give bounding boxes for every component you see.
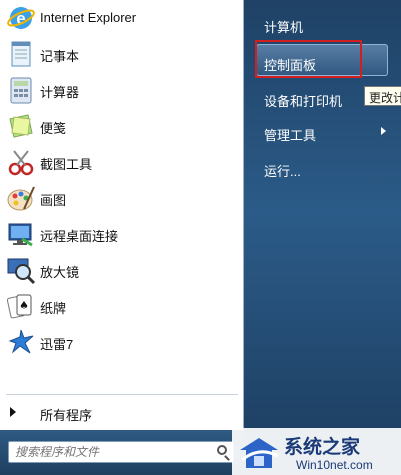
all-programs-item[interactable]: 所有程序 [0,400,243,424]
program-remote-desktop[interactable]: 远程桌面连接 [0,216,243,252]
program-sticky-notes[interactable]: 便笺 [0,108,243,144]
tooltip: 更改计 [364,86,401,106]
magnifier-icon [6,255,36,285]
program-label: Internet Explorer [40,10,137,25]
all-programs-label: 所有程序 [40,408,93,423]
program-label: 迅雷7 [40,337,74,352]
place-admin-tools[interactable]: 管理工具 [264,125,316,144]
program-snipping-tool[interactable]: 截图工具 [0,144,243,180]
start-menu: e Internet Explorer 记事本 计算器 便笺 截图工具 画图 远… [0,0,401,475]
remote-desktop-icon [6,219,36,249]
sticky-notes-icon [6,111,36,141]
divider [6,394,238,395]
search-input[interactable] [15,444,205,460]
annotation-red-box [255,40,362,78]
place-devices-printers[interactable]: 设备和打印机 [264,91,342,110]
search-icon[interactable] [217,445,227,455]
program-label: 远程桌面连接 [40,229,119,244]
program-label: 记事本 [40,49,80,64]
programs-pane: e Internet Explorer 记事本 计算器 便笺 截图工具 画图 远… [0,0,244,430]
thunder-icon [6,327,36,357]
places-pane: 计算机 控制面板 设备和打印机 管理工具 运行... [244,0,401,475]
search-strip [0,430,244,475]
place-computer[interactable]: 计算机 [264,17,303,36]
program-calculator[interactable]: 计算器 [0,72,243,108]
solitaire-icon: ♠ [6,291,36,321]
program-label: 便笺 [40,121,67,136]
place-run[interactable]: 运行... [264,161,301,180]
paint-icon [6,183,36,213]
watermark-title: 系统之家 [284,437,361,458]
program-solitaire[interactable]: ♠ 纸牌 [0,288,243,324]
program-label: 放大镜 [40,265,80,280]
program-notepad[interactable]: 记事本 [0,36,243,72]
svg-text:♠: ♠ [19,299,29,312]
triangle-right-icon [10,407,16,417]
program-label: 截图工具 [40,157,93,172]
watermark: 系统之家 Win10net.com [232,428,401,475]
program-paint[interactable]: 画图 [0,180,243,216]
notepad-icon [6,39,36,69]
program-thunder[interactable]: 迅雷7 [0,324,243,360]
program-magnifier[interactable]: 放大镜 [0,252,243,288]
program-internet-explorer[interactable]: e Internet Explorer [0,0,243,36]
program-label: 画图 [40,193,67,208]
watermark-url: Win10net.com [296,458,373,472]
watermark-logo-icon [238,436,280,475]
snipping-tool-icon [6,147,36,177]
search-box [8,441,234,463]
internet-explorer-icon: e [6,3,36,33]
submenu-arrow-icon [381,127,386,135]
program-label: 计算器 [40,85,80,100]
calculator-icon [6,75,36,105]
program-label: 纸牌 [40,301,67,316]
